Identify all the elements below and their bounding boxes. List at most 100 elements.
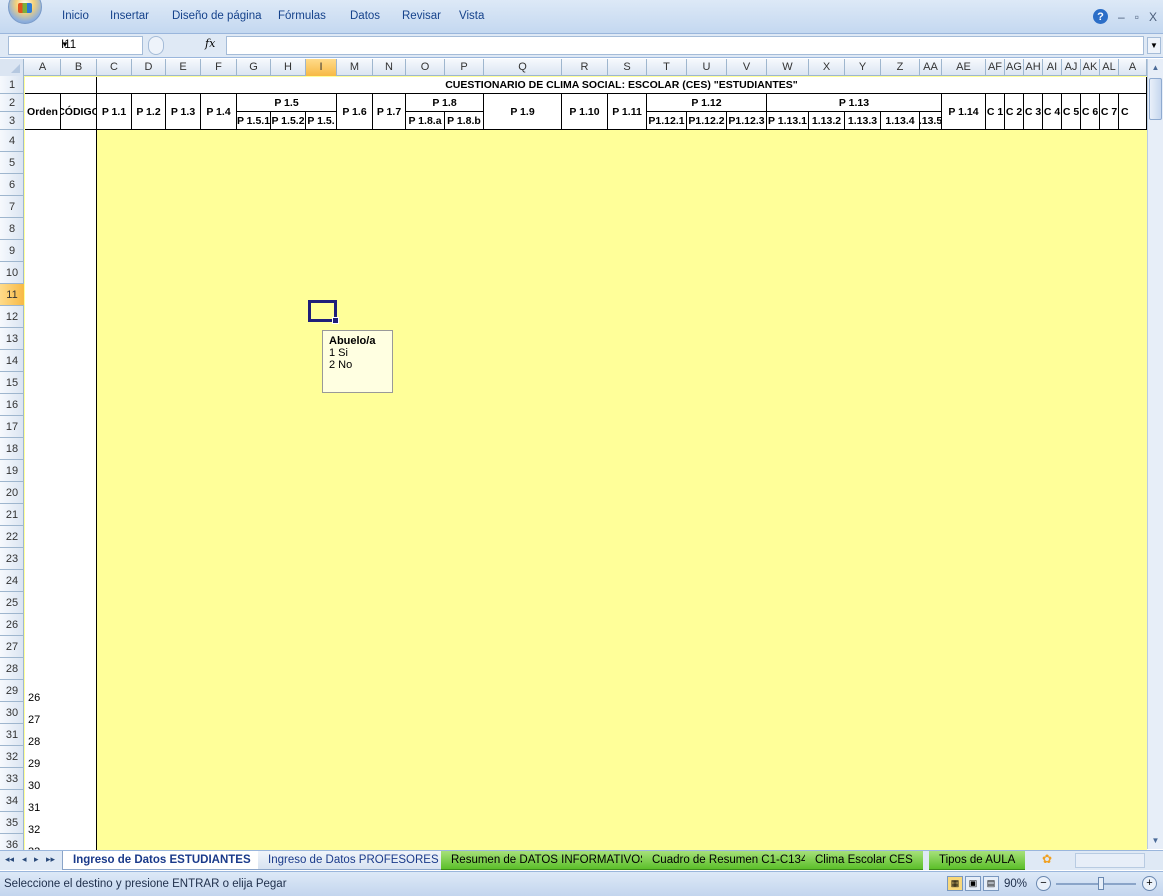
orden-value[interactable]: 27 [28, 714, 40, 726]
header-p1-13-1[interactable]: P 1.13.1 [767, 112, 809, 130]
row-header-19[interactable]: 19 [0, 460, 24, 482]
last-sheet-icon[interactable]: ▸▸ [46, 854, 55, 865]
column-header-ak[interactable]: AK [1081, 59, 1100, 76]
column-header-r[interactable]: R [562, 59, 608, 76]
close-button[interactable]: X [1149, 10, 1157, 24]
header-p1-6[interactable]: P 1.6 [337, 94, 373, 130]
row-header-12[interactable]: 12 [0, 306, 24, 328]
column-header-n[interactable]: N [373, 59, 406, 76]
header-p1-8a[interactable]: P 1.8.a [406, 112, 445, 130]
tab-diseno-pagina[interactable]: Diseño de página [172, 10, 262, 22]
column-header-c[interactable]: C [97, 59, 132, 76]
header-p1-13-4[interactable]: 1.13.4 [881, 112, 920, 130]
header-p1-10[interactable]: P 1.10 [562, 94, 608, 130]
header-p1-5-1[interactable]: P 1.5.1 [237, 112, 271, 130]
header-p1-12[interactable]: P 1.12 [647, 94, 767, 112]
row-header-4[interactable]: 4 [0, 130, 24, 152]
column-header-aa[interactable]: AA [920, 59, 942, 76]
column-header-al[interactable]: AL [1100, 59, 1119, 76]
column-header-a[interactable]: A [25, 59, 61, 76]
row-header-3[interactable]: 3 [0, 112, 24, 130]
orden-value[interactable]: 28 [28, 736, 40, 748]
row-header-36[interactable]: 36 [0, 834, 24, 850]
header-codigo[interactable]: CÓDIGO [61, 94, 97, 130]
select-all-corner[interactable] [0, 59, 24, 76]
chevron-down-icon[interactable]: ▼ [61, 40, 138, 49]
row-header-33[interactable]: 33 [0, 768, 24, 790]
sheet-tab-profesores[interactable]: Ingreso de Datos PROFESORES [258, 851, 449, 870]
column-header-t[interactable]: T [647, 59, 687, 76]
column-header-b[interactable]: B [61, 59, 97, 76]
formula-bar-handle[interactable] [148, 36, 164, 55]
column-header-h[interactable]: H [271, 59, 306, 76]
tab-insertar[interactable]: Insertar [110, 10, 149, 22]
header-p1-13-5[interactable]: .13.5 [920, 112, 942, 130]
header-p1-8[interactable]: P 1.8 [406, 94, 484, 112]
row-header-32[interactable]: 32 [0, 746, 24, 768]
column-header-z[interactable]: Z [881, 59, 920, 76]
header-p1-12-3[interactable]: P1.12.3 [727, 112, 767, 130]
page-break-icon[interactable]: ▤ [983, 876, 999, 891]
row-header-27[interactable]: 27 [0, 636, 24, 658]
zoom-slider[interactable] [1056, 883, 1136, 885]
vertical-scrollbar[interactable]: ▲ ▼ [1147, 59, 1163, 849]
column-header-y[interactable]: Y [845, 59, 881, 76]
row-header-7[interactable]: 7 [0, 196, 24, 218]
row-header-15[interactable]: 15 [0, 372, 24, 394]
header-p1-1[interactable]: P 1.1 [97, 94, 132, 130]
header-c5[interactable]: C 5 [1062, 94, 1081, 130]
scroll-thumb[interactable] [1149, 78, 1162, 120]
header-c8[interactable]: C [1119, 94, 1147, 130]
column-header-ae[interactable]: AE [942, 59, 986, 76]
row-header-20[interactable]: 20 [0, 482, 24, 504]
column-header-u[interactable]: U [687, 59, 727, 76]
sheet-tab-cuadro-resumen[interactable]: Cuadro de Resumen C1-C134 [642, 851, 818, 870]
prev-sheet-icon[interactable]: ◂ [22, 854, 27, 865]
orden-value[interactable]: 31 [28, 802, 40, 814]
row-header-16[interactable]: 16 [0, 394, 24, 416]
row-header-30[interactable]: 30 [0, 702, 24, 724]
header-p1-5-3[interactable]: P 1.5. [306, 112, 337, 130]
tab-revisar[interactable]: Revisar [402, 10, 441, 22]
column-header-aj[interactable]: AJ [1062, 59, 1081, 76]
sheet-tab-estudiantes[interactable]: Ingreso de Datos ESTUDIANTES [62, 851, 262, 870]
header-p1-5[interactable]: P 1.5 [237, 94, 337, 112]
column-header-e[interactable]: E [166, 59, 201, 76]
column-header-a[interactable]: A [1119, 59, 1147, 76]
scroll-up-icon[interactable]: ▲ [1148, 59, 1163, 76]
restore-button[interactable]: ▫ [1135, 10, 1139, 24]
row-header-28[interactable]: 28 [0, 658, 24, 680]
row-header-31[interactable]: 31 [0, 724, 24, 746]
orden-value[interactable]: 29 [28, 758, 40, 770]
column-header-w[interactable]: W [767, 59, 809, 76]
sheet-tab-tipos-aula[interactable]: Tipos de AULA [929, 851, 1026, 870]
column-header-x[interactable]: X [809, 59, 845, 76]
row-header-29[interactable]: 29 [0, 680, 24, 702]
sheet-title[interactable]: CUESTIONARIO DE CLIMA SOCIAL: ESCOLAR (C… [97, 77, 1147, 94]
row-header-2[interactable]: 2 [0, 94, 24, 112]
column-header-i[interactable]: I [306, 59, 337, 76]
row-header-10[interactable]: 10 [0, 262, 24, 284]
orden-value[interactable]: 26 [28, 692, 40, 704]
column-header-p[interactable]: P [445, 59, 484, 76]
column-header-v[interactable]: V [727, 59, 767, 76]
header-p1-13-2[interactable]: 1.13.2 [809, 112, 845, 130]
header-p1-7[interactable]: P 1.7 [373, 94, 406, 130]
horizontal-scrollbar[interactable] [1075, 853, 1145, 868]
row-header-24[interactable]: 24 [0, 570, 24, 592]
column-header-ag[interactable]: AG [1005, 59, 1024, 76]
header-p1-9[interactable]: P 1.9 [484, 94, 562, 130]
normal-view-icon[interactable]: ▦ [947, 876, 963, 891]
zoom-level[interactable]: 90% [1004, 878, 1027, 890]
row-header-5[interactable]: 5 [0, 152, 24, 174]
worksheet-grid[interactable]: A B C D E F G H I M N O P Q R S T U V W X Y Z AA AE AF AG AH AI AJ AK A… [0, 59, 1147, 850]
zoom-out-icon[interactable]: − [1036, 876, 1051, 891]
first-sheet-icon[interactable]: ◂◂ [5, 854, 14, 865]
row-header-1[interactable]: 1 [0, 76, 24, 94]
row-header-14[interactable]: 14 [0, 350, 24, 372]
zoom-in-icon[interactable]: + [1142, 876, 1157, 891]
row-header-13[interactable]: 13 [0, 328, 24, 350]
column-header-q[interactable]: Q [484, 59, 562, 76]
row-header-35[interactable]: 35 [0, 812, 24, 834]
orden-value[interactable]: 32 [28, 824, 40, 836]
